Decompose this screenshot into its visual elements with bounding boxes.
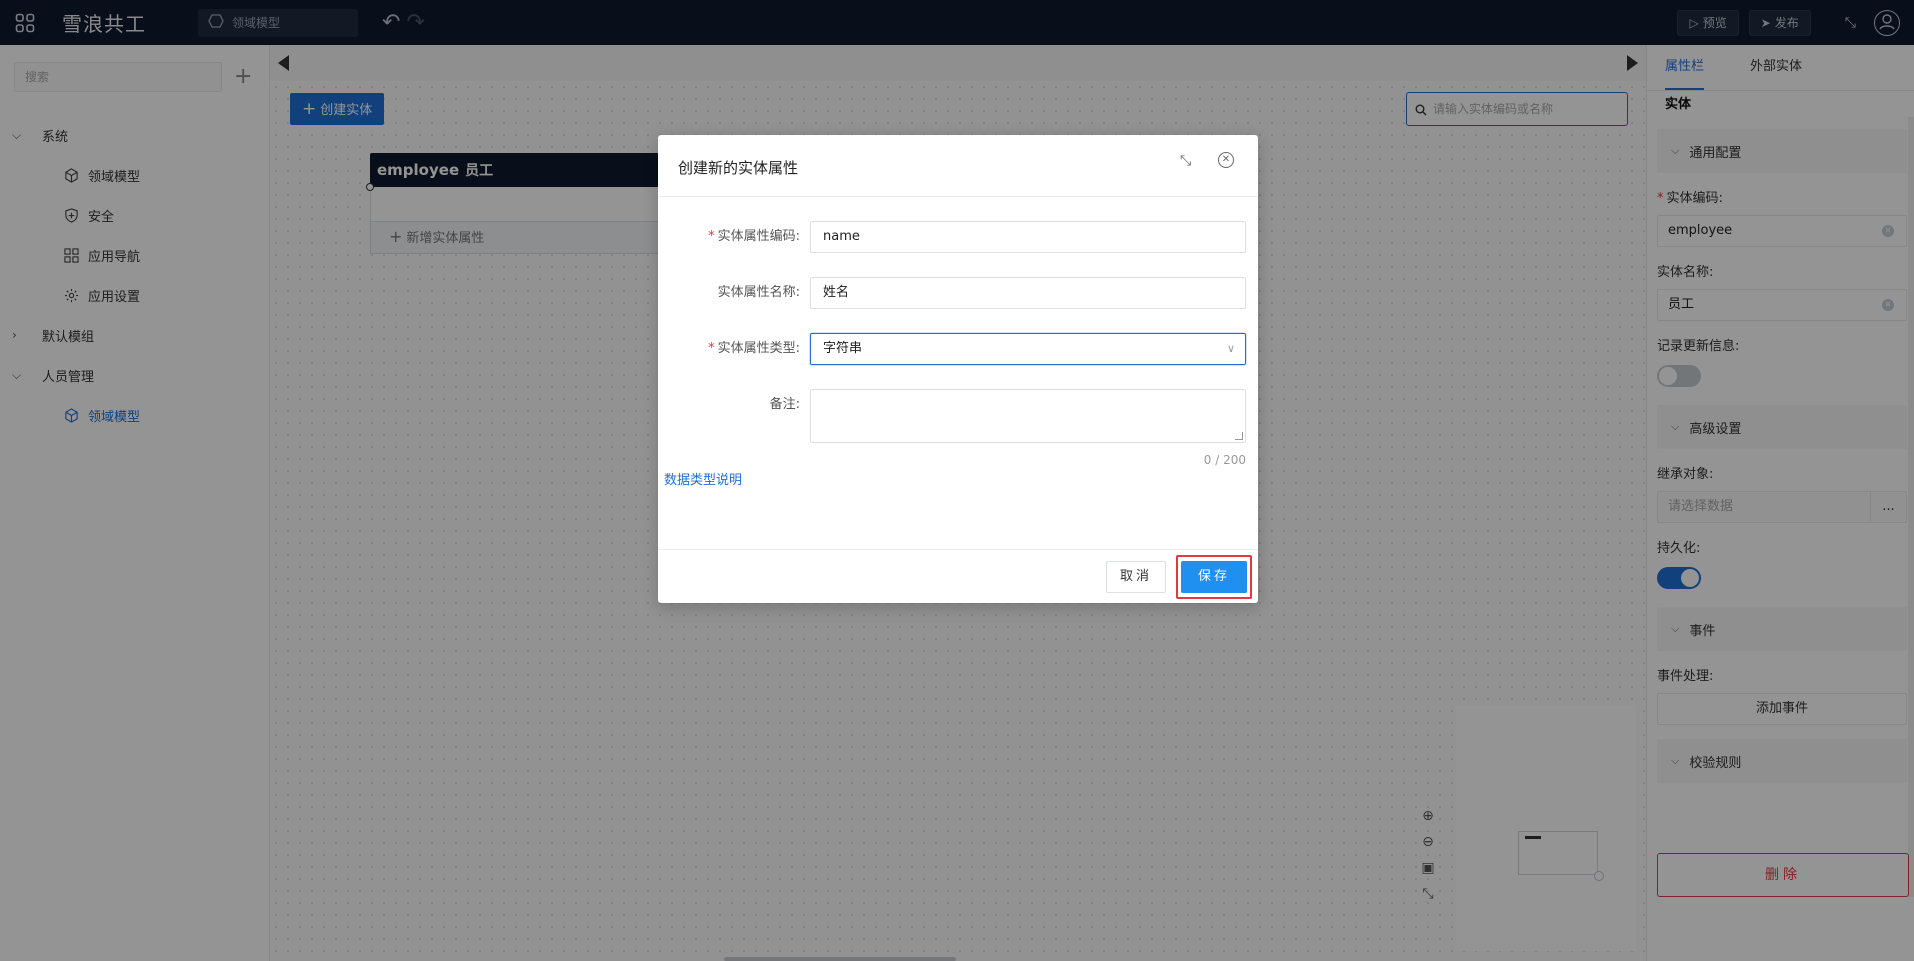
required-mark: * (708, 229, 715, 244)
field-attr-name: 实体属性名称: 姓名 (658, 277, 1258, 309)
resize-handle[interactable] (1235, 432, 1243, 440)
attr-code-input[interactable]: name (810, 221, 1246, 253)
chevron-down-icon: ∨ (1226, 342, 1235, 355)
remark-textarea[interactable] (810, 389, 1246, 443)
dialog-footer: 取消 保存 (658, 549, 1258, 603)
attr-name-label: 实体属性名称: (717, 285, 800, 300)
create-attribute-dialog: 创建新的实体属性 ⤡ ✕ * 实体属性编码: name 实体属性名称: 姓名 * 实… (658, 135, 1258, 603)
remark-counter: 0 / 200 (1203, 453, 1246, 467)
attr-code-label: * 实体属性编码: (708, 221, 800, 253)
field-attr-type: * 实体属性类型: 字符串 ∨ (658, 333, 1258, 365)
fullscreen-icon[interactable]: ⤡ (1180, 153, 1191, 169)
attr-name-input[interactable]: 姓名 (810, 277, 1246, 309)
field-remark: 备注: (658, 389, 1258, 443)
cancel-button[interactable]: 取消 (1106, 561, 1166, 593)
save-button[interactable]: 保存 (1181, 561, 1247, 593)
attr-code-label-text: 实体属性编码: (717, 229, 800, 244)
field-attr-code: * 实体属性编码: name (658, 221, 1258, 253)
datatype-help-link[interactable]: 数据类型说明 (664, 469, 742, 488)
dialog-title: 创建新的实体属性 (678, 159, 799, 177)
remark-label: 备注: (769, 397, 800, 412)
attr-type-label-text: 实体属性类型: (717, 341, 800, 356)
dialog-header: 创建新的实体属性 ⤡ ✕ (658, 135, 1258, 197)
save-highlight: 保存 (1176, 555, 1252, 599)
attr-type-value: 字符串 (823, 341, 863, 356)
attr-type-select[interactable]: 字符串 ∨ (810, 333, 1246, 365)
required-mark: * (708, 341, 715, 356)
close-icon[interactable]: ✕ (1218, 152, 1234, 168)
attr-type-label: * 实体属性类型: (708, 333, 800, 365)
